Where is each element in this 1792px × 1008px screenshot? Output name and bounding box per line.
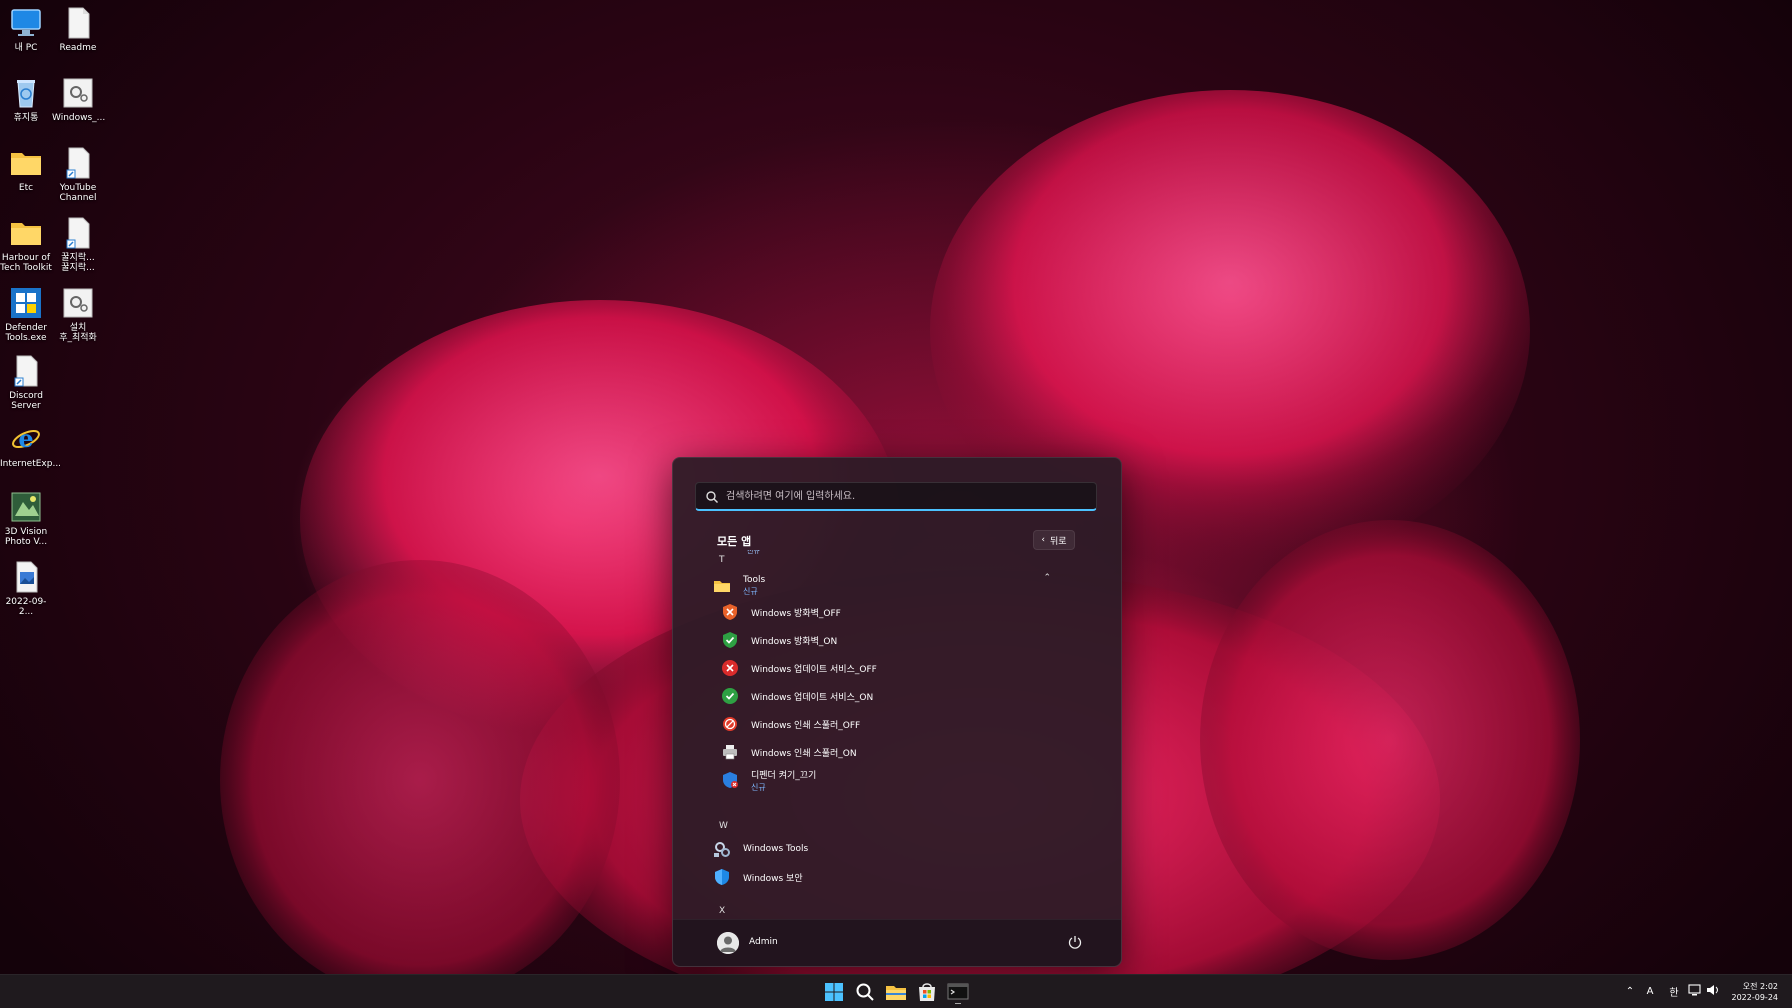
- clock-time: 오전 2:02: [1742, 982, 1778, 991]
- search-icon: [856, 983, 874, 1001]
- printer-icon: [721, 743, 739, 761]
- scrolled-badge-text: 신규: [747, 550, 760, 554]
- file-explorer-icon: [886, 986, 906, 1000]
- green-check-circle-icon: [721, 687, 739, 705]
- desktop-icon-readme[interactable]: Readme: [52, 6, 104, 53]
- store-button[interactable]: [915, 980, 939, 1004]
- section-header-w[interactable]: W: [719, 821, 728, 831]
- windows-tools-icon: [713, 840, 731, 858]
- desktop-icon-defender-tools[interactable]: Defender Tools.exe: [0, 286, 52, 343]
- app-item-firewall-off[interactable]: Windows 방화벽_OFF: [721, 599, 1101, 625]
- windows-start-icon: [825, 983, 843, 1001]
- monitor-icon: [9, 6, 43, 40]
- tools-folder-label: Tools: [743, 575, 766, 585]
- shortcut-icon: [61, 216, 95, 250]
- terminal-button[interactable]: [946, 980, 970, 1005]
- desktop-icon-windows-settings[interactable]: Windows_...: [52, 76, 105, 123]
- ime-mode-indicator[interactable]: A: [1638, 986, 1662, 997]
- desktop-icon-internet-explorer[interactable]: e InternetExp...: [0, 422, 61, 469]
- folder-icon: [9, 216, 43, 250]
- start-menu-footer: Admin: [673, 919, 1121, 966]
- folder-icon: [9, 146, 43, 180]
- shortcut-icon: [9, 354, 43, 388]
- app-item-defender-toggle[interactable]: 디펜더 켜기_끄기 신규: [721, 767, 1101, 793]
- folder-icon: [713, 577, 731, 595]
- ime-language-indicator[interactable]: 한: [1662, 984, 1686, 999]
- search-box[interactable]: [695, 482, 1097, 511]
- desktop-icon-recycle-bin[interactable]: 휴지통: [0, 76, 52, 123]
- internet-explorer-icon: e: [9, 422, 43, 456]
- document-icon: [61, 6, 95, 40]
- app-item-update-service-on[interactable]: Windows 업데이트 서비스_ON: [721, 683, 1101, 709]
- app-item-print-spooler-on[interactable]: Windows 인쇄 스풀러_ON: [721, 739, 1101, 765]
- shortcut-icon: [61, 146, 95, 180]
- start-button[interactable]: [822, 980, 846, 1004]
- app-item-update-service-off[interactable]: Windows 업데이트 서비스_OFF: [721, 655, 1101, 681]
- desktop-icon-discord-server[interactable]: Discord Server: [0, 354, 52, 411]
- desktop-icon-my-pc[interactable]: 내 PC: [0, 6, 52, 53]
- app-item-windows-security[interactable]: Windows 보안: [713, 864, 1093, 890]
- app-item-firewall-on[interactable]: Windows 방화벽_ON: [721, 627, 1101, 653]
- start-menu: 모든 앱 ‹ 뒤로 신규 T Tools 신규 ⌃ Windows 방화벽_OF…: [672, 457, 1122, 967]
- shield-x-icon: [721, 603, 739, 621]
- network-icon[interactable]: [1686, 984, 1704, 999]
- back-button[interactable]: ‹ 뒤로: [1033, 530, 1075, 550]
- windows-security-icon: [713, 868, 731, 886]
- app-item-print-spooler-off[interactable]: Windows 인쇄 스풀러_OFF: [721, 711, 1101, 737]
- desktop-icon-post-install-optimize[interactable]: 설치 후_최적화: [52, 286, 104, 343]
- new-badge: 신규: [751, 782, 766, 792]
- desktop-icon-harbour-of-tech-toolkit[interactable]: Harbour of Tech Toolkit: [0, 216, 52, 273]
- power-button[interactable]: [1067, 934, 1083, 950]
- chevron-up-icon[interactable]: ⌃: [1043, 573, 1051, 583]
- power-icon: [1068, 936, 1082, 949]
- app-folder-tools[interactable]: Tools 신규 ⌃: [713, 573, 1093, 599]
- chevron-left-icon: ‹: [1041, 535, 1046, 545]
- desktop-icon-shortcut[interactable]: 꿀지락... 꿀지락...: [52, 216, 104, 273]
- photo-viewer-icon: [9, 490, 43, 524]
- desktop-icon-etc[interactable]: Etc: [0, 146, 52, 193]
- desktop-icon-screenshot-file[interactable]: 2022-09-2...: [0, 560, 52, 617]
- shield-check-icon: [721, 631, 739, 649]
- no-sign-icon: [721, 715, 739, 733]
- file-explorer-button[interactable]: [884, 980, 908, 1004]
- defender-shield-icon: [721, 771, 739, 789]
- red-x-circle-icon: [721, 659, 739, 677]
- settings-file-icon: [61, 286, 95, 320]
- clock[interactable]: 오전 2:02 2022-09-24: [1732, 981, 1779, 1003]
- taskbar-search-button[interactable]: [853, 980, 877, 1004]
- settings-file-icon: [61, 76, 95, 110]
- recycle-bin-icon: [9, 76, 43, 110]
- search-icon: [705, 489, 719, 503]
- clock-date: 2022-09-24: [1731, 993, 1779, 1002]
- volume-icon[interactable]: [1704, 984, 1722, 999]
- image-file-icon: [9, 560, 43, 594]
- all-apps-title: 모든 앱: [717, 535, 752, 548]
- defender-toggle-label: 디펜더 켜기_끄기: [751, 770, 817, 781]
- svg-text:e: e: [18, 424, 33, 453]
- new-badge: 신규: [743, 587, 758, 596]
- desktop-icon-youtube-channel[interactable]: YouTube Channel: [52, 146, 104, 203]
- section-header-x[interactable]: X: [719, 906, 725, 916]
- system-tray: ⌃ A 한: [1622, 975, 1722, 1008]
- chevron-up-icon[interactable]: ⌃: [1622, 986, 1638, 997]
- terminal-icon: [947, 983, 969, 1005]
- user-name: Admin: [749, 937, 778, 947]
- section-header-t[interactable]: T: [719, 555, 725, 565]
- windows-logo-icon: [9, 286, 43, 320]
- avatar: [717, 932, 739, 954]
- app-item-windows-tools[interactable]: Windows Tools: [713, 836, 1093, 862]
- desktop-icon-3d-vision-photo-viewer[interactable]: 3D Vision Photo V...: [0, 490, 52, 547]
- store-icon: [919, 983, 935, 1001]
- search-input[interactable]: [724, 486, 1088, 506]
- taskbar: ⌃ A 한 오전 2:02 2022-09-24: [0, 974, 1792, 1008]
